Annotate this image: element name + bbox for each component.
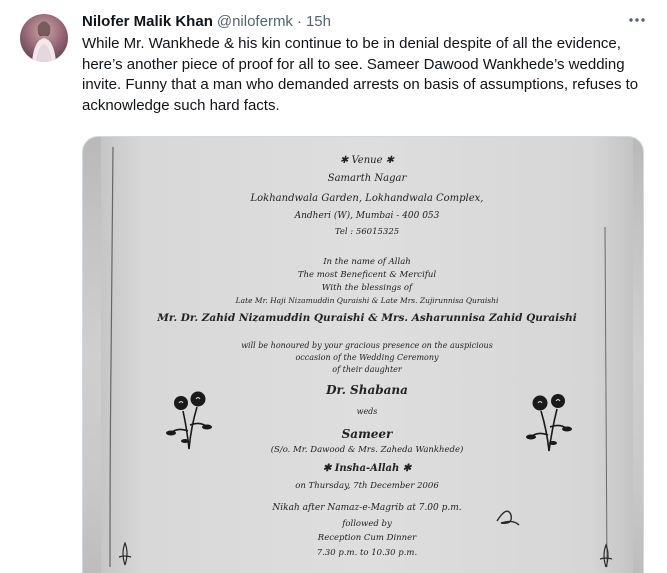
- tweet[interactable]: Nilofer Malik Khan @nilofermk · 15h Whil…: [0, 0, 667, 573]
- author-handle[interactable]: @nilofermk: [217, 13, 293, 30]
- daughter-line: of their daughter: [332, 365, 402, 374]
- honoured-line: will be honoured by your gracious presen…: [241, 341, 493, 350]
- tweet-timestamp[interactable]: 15h: [306, 13, 331, 30]
- occasion-line: occasion of the Wedding Ceremony: [295, 353, 439, 362]
- author-name[interactable]: Nilofer Malik Khan: [82, 13, 213, 30]
- corner-flourish-right-icon: [599, 543, 613, 568]
- separator-dot: ·: [296, 12, 302, 30]
- venue-tel: Tel : 56015325: [334, 227, 400, 237]
- corner-flourish-left-icon: [118, 541, 132, 566]
- insha-allah-line: ✱ Insha-Allah ✱: [322, 463, 412, 474]
- avatar[interactable]: [20, 14, 68, 62]
- blessings-line: With the blessings of: [321, 283, 413, 293]
- wedding-date: on Thursday, 7th December 2006: [295, 481, 439, 491]
- wedding-invite-card: ✱ Venue ✱ Samarth Nagar Lokhandwala Gard…: [101, 137, 633, 573]
- more-horizontal-icon: [629, 18, 645, 22]
- reception-time: 7.30 p.m. to 10.30 p.m.: [316, 548, 418, 558]
- rose-right-icon: [526, 394, 572, 452]
- hosts-line: Mr. Dr. Zahid Nizamuddin Quraishi & Mrs.…: [157, 312, 577, 324]
- venue-heading: ✱ Venue ✱: [339, 155, 395, 166]
- venue-address: Lokhandwala Garden, Lokhandwala Complex,: [250, 193, 484, 204]
- followed-by-line: followed by: [342, 519, 392, 529]
- more-options-button[interactable]: [625, 10, 649, 30]
- venue-name: Samarth Nagar: [327, 173, 407, 184]
- avatar-photo-icon: [32, 21, 56, 62]
- late-parents-line: Late Mr. Haji Nizamuddin Quraishi & Late…: [235, 296, 499, 305]
- allah-line: In the name of Allah: [323, 257, 411, 267]
- venue-city: Andheri (W), Mumbai - 400 053: [294, 211, 440, 221]
- beneficent-line: The most Beneficent & Merciful: [297, 270, 437, 280]
- tweet-text: While Mr. Wankhede & his kin continue to…: [82, 35, 639, 114]
- tweet-header: Nilofer Malik Khan @nilofermk · 15h: [82, 10, 647, 32]
- nikah-line: Nikah after Namaz-e-Magrib at 7.00 p.m.: [272, 503, 462, 513]
- rose-left-icon: [166, 391, 212, 450]
- tweet-media-image[interactable]: ✱ Venue ✱ Samarth Nagar Lokhandwala Gard…: [82, 136, 644, 573]
- reception-line: Reception Cum Dinner: [317, 533, 417, 543]
- pen-scribble-mark: [496, 510, 520, 526]
